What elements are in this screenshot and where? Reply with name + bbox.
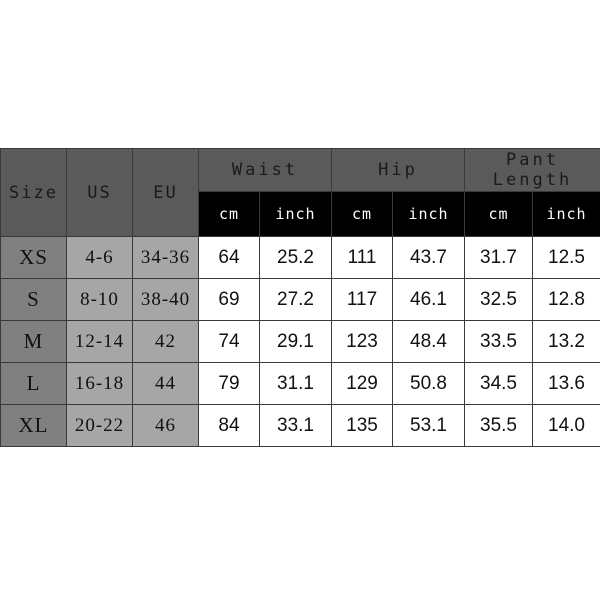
cell-hip-inch: 48.4 xyxy=(392,320,465,363)
size-chart-container: Size US EU Waist Hip Pant Length cm inch… xyxy=(0,148,600,447)
cell-eu: 42 xyxy=(132,320,199,363)
cell-size: S xyxy=(0,278,67,321)
cell-waist-cm: 84 xyxy=(198,404,260,447)
cell-hip-cm: 129 xyxy=(331,362,393,405)
unit-header-waist-inch: inch xyxy=(259,191,332,237)
cell-hip-cm: 123 xyxy=(331,320,393,363)
cell-waist-inch: 27.2 xyxy=(259,278,332,321)
cell-waist-cm: 79 xyxy=(198,362,260,405)
cell-us: 20-22 xyxy=(66,404,133,447)
cell-pant-length-cm: 33.5 xyxy=(464,320,533,363)
cell-size: M xyxy=(0,320,67,363)
unit-header-pant-length-cm: cm xyxy=(464,191,533,237)
cell-pant-length-cm: 31.7 xyxy=(464,236,533,279)
cell-eu: 34-36 xyxy=(132,236,199,279)
cell-size: L xyxy=(0,362,67,405)
cell-eu: 46 xyxy=(132,404,199,447)
cell-hip-inch: 46.1 xyxy=(392,278,465,321)
cell-waist-inch: 33.1 xyxy=(259,404,332,447)
cell-pant-length-inch: 13.6 xyxy=(532,362,600,405)
column-group-header-waist: Waist xyxy=(198,148,332,192)
unit-header-hip-inch: inch xyxy=(392,191,465,237)
table-header: Size US EU Waist Hip Pant Length cm inch… xyxy=(0,148,600,237)
cell-pant-length-inch: 12.8 xyxy=(532,278,600,321)
cell-waist-inch: 29.1 xyxy=(259,320,332,363)
column-header-eu: EU xyxy=(132,148,199,237)
cell-pant-length-cm: 34.5 xyxy=(464,362,533,405)
column-header-us: US xyxy=(66,148,133,237)
header-row-groups: Size US EU Waist Hip Pant Length xyxy=(0,148,600,237)
cell-us: 8-10 xyxy=(66,278,133,321)
cell-eu: 44 xyxy=(132,362,199,405)
unit-header-hip-cm: cm xyxy=(331,191,393,237)
cell-pant-length-inch: 12.5 xyxy=(532,236,600,279)
cell-waist-cm: 64 xyxy=(198,236,260,279)
cell-pant-length-inch: 14.0 xyxy=(532,404,600,447)
column-header-size: Size xyxy=(0,148,67,237)
unit-header-waist-cm: cm xyxy=(198,191,260,237)
cell-hip-inch: 50.8 xyxy=(392,362,465,405)
cell-size: XL xyxy=(0,404,67,447)
cell-hip-cm: 111 xyxy=(331,236,393,279)
cell-waist-cm: 69 xyxy=(198,278,260,321)
cell-eu: 38-40 xyxy=(132,278,199,321)
cell-us: 16-18 xyxy=(66,362,133,405)
cell-waist-inch: 31.1 xyxy=(259,362,332,405)
cell-pant-length-cm: 32.5 xyxy=(464,278,533,321)
cell-pant-length-cm: 35.5 xyxy=(464,404,533,447)
table-row: S 8-10 38-40 69 27.2 117 46.1 32.5 12.8 xyxy=(0,278,600,321)
cell-size: XS xyxy=(0,236,67,279)
table-row: XS 4-6 34-36 64 25.2 111 43.7 31.7 12.5 xyxy=(0,236,600,279)
table-row: XL 20-22 46 84 33.1 135 53.1 35.5 14.0 xyxy=(0,404,600,447)
table-body: XS 4-6 34-36 64 25.2 111 43.7 31.7 12.5 … xyxy=(0,236,600,447)
cell-hip-inch: 43.7 xyxy=(392,236,465,279)
cell-us: 4-6 xyxy=(66,236,133,279)
cell-hip-cm: 117 xyxy=(331,278,393,321)
cell-us: 12-14 xyxy=(66,320,133,363)
table-row: L 16-18 44 79 31.1 129 50.8 34.5 13.6 xyxy=(0,362,600,405)
cell-waist-inch: 25.2 xyxy=(259,236,332,279)
cell-hip-inch: 53.1 xyxy=(392,404,465,447)
unit-header-pant-length-inch: inch xyxy=(532,191,600,237)
column-group-header-pant-length: Pant Length xyxy=(464,148,600,192)
column-group-header-hip: Hip xyxy=(331,148,465,192)
cell-pant-length-inch: 13.2 xyxy=(532,320,600,363)
cell-hip-cm: 135 xyxy=(331,404,393,447)
size-chart-table: Size US EU Waist Hip Pant Length cm inch… xyxy=(0,148,600,447)
cell-waist-cm: 74 xyxy=(198,320,260,363)
table-row: M 12-14 42 74 29.1 123 48.4 33.5 13.2 xyxy=(0,320,600,363)
